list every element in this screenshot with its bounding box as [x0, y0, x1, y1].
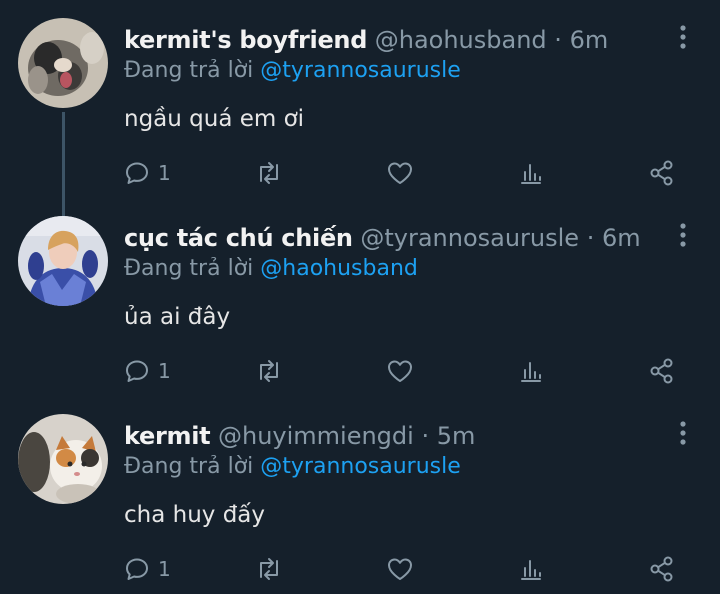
reply-prefix: Đang trả lời [124, 454, 254, 479]
retweet-button[interactable] [254, 552, 284, 586]
comment-icon [126, 360, 148, 382]
user-handle[interactable]: @haohusband [375, 26, 547, 54]
separator-dot: · [421, 422, 430, 450]
analytics-icon [521, 362, 541, 382]
analytics-button[interactable] [518, 156, 544, 190]
share-button[interactable] [648, 156, 676, 190]
tweet-text: ngầu quá em ơi [124, 106, 305, 132]
analytics-button[interactable] [518, 552, 544, 586]
analytics-icon [521, 560, 541, 580]
reply-count: 1 [158, 359, 171, 383]
mention-link[interactable]: @tyrannosaurusle [260, 58, 461, 83]
retweet-icon [260, 162, 278, 184]
reply-count: 1 [158, 161, 171, 185]
tweet-text: ủa ai đây [124, 304, 231, 330]
more-options-icon[interactable] [674, 420, 692, 446]
tweet[interactable]: kermit @huyimmiengdi · 5m Đang trả lời @… [0, 396, 720, 594]
avatar[interactable] [18, 216, 108, 306]
tweet[interactable]: kermit's boyfriend @haohusband · 6m Đang… [0, 0, 720, 222]
tweet-header: kermit @huyimmiengdi · 5m [124, 420, 475, 452]
timestamp[interactable]: 5m [437, 422, 476, 450]
cat-photo-avatar-icon [18, 414, 108, 504]
cat-photo-avatar-icon [18, 18, 108, 108]
replying-to: Đang trả lời @tyrannosaurusle [124, 452, 461, 482]
tweet-header: cục tác chú chiến @tyrannosaurusle · 6m [124, 222, 641, 254]
tweet-actions: 1 [0, 354, 720, 388]
display-name[interactable]: cục tác chú chiến [124, 224, 353, 252]
heart-icon [388, 162, 412, 184]
reply-button[interactable]: 1 [124, 552, 171, 586]
reply-prefix: Đang trả lời [124, 256, 254, 281]
like-button[interactable] [386, 552, 414, 586]
user-handle[interactable]: @tyrannosaurusle [360, 224, 579, 252]
retweet-icon [260, 558, 278, 580]
separator-dot: · [586, 224, 595, 252]
more-options-icon[interactable] [674, 222, 692, 248]
tweet-actions: 1 [0, 156, 720, 190]
tweet-header: kermit's boyfriend @haohusband · 6m [124, 24, 608, 56]
person-photo-avatar-icon [18, 216, 108, 306]
heart-icon [388, 558, 412, 580]
tweet-text: cha huy đấy [124, 502, 266, 528]
display-name[interactable]: kermit [124, 422, 211, 450]
user-handle[interactable]: @huyimmiengdi [218, 422, 414, 450]
share-button[interactable] [648, 552, 676, 586]
replying-to: Đang trả lời @haohusband [124, 254, 418, 284]
retweet-button[interactable] [254, 354, 284, 388]
share-icon [650, 160, 673, 186]
replying-to: Đang trả lời @tyrannosaurusle [124, 56, 461, 86]
comment-icon [126, 558, 148, 580]
analytics-button[interactable] [518, 354, 544, 388]
share-button[interactable] [648, 354, 676, 388]
timestamp[interactable]: 6m [570, 26, 609, 54]
like-button[interactable] [386, 156, 414, 190]
mention-link[interactable]: @haohusband [260, 256, 418, 281]
reply-count: 1 [158, 557, 171, 581]
display-name[interactable]: kermit's boyfriend [124, 26, 367, 54]
tweet[interactable]: cục tác chú chiến @tyrannosaurusle · 6m … [0, 198, 720, 396]
tweet-actions: 1 [0, 552, 720, 586]
avatar[interactable] [18, 18, 108, 108]
like-button[interactable] [386, 354, 414, 388]
separator-dot: · [554, 26, 562, 54]
share-icon [650, 358, 673, 384]
avatar[interactable] [18, 414, 108, 504]
comment-icon [126, 162, 148, 184]
timestamp[interactable]: 6m [602, 224, 641, 252]
share-icon [650, 556, 673, 582]
analytics-icon [521, 164, 541, 184]
heart-icon [388, 360, 412, 382]
retweet-icon [260, 360, 278, 382]
mention-link[interactable]: @tyrannosaurusle [260, 454, 461, 479]
retweet-button[interactable] [254, 156, 284, 190]
reply-button[interactable]: 1 [124, 156, 171, 190]
reply-prefix: Đang trả lời [124, 58, 254, 83]
reply-button[interactable]: 1 [124, 354, 171, 388]
more-options-icon[interactable] [674, 24, 692, 50]
